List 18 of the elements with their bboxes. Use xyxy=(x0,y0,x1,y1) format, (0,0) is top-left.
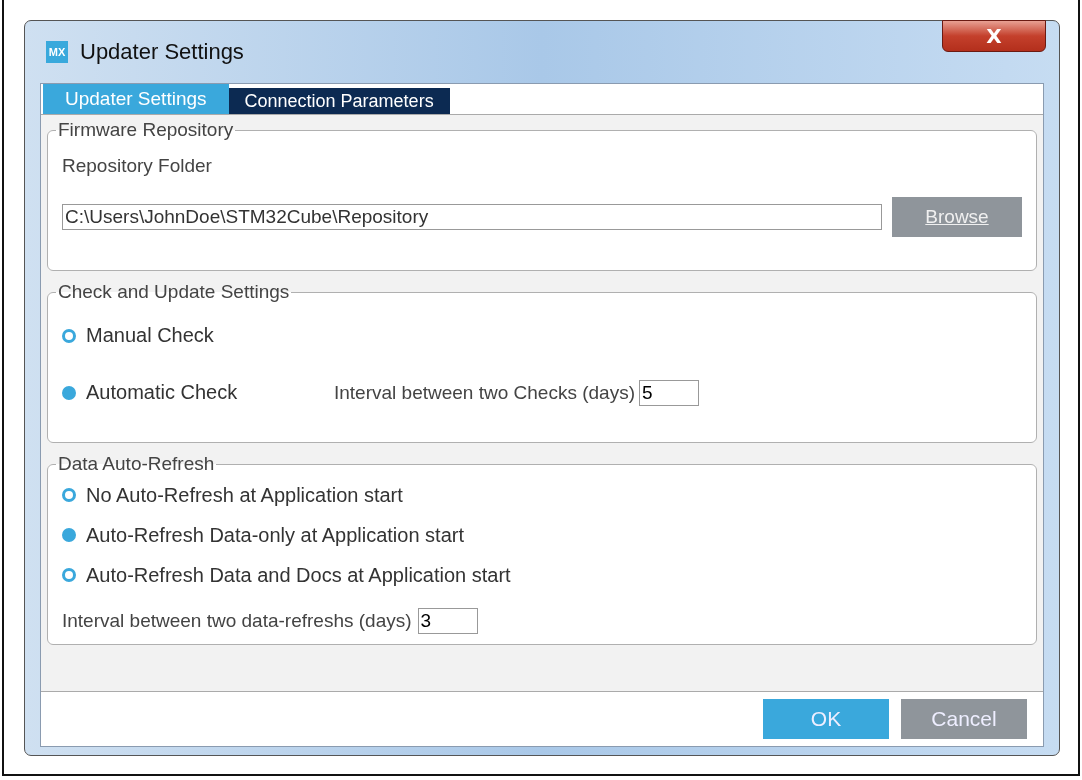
radio-option[interactable]: No Auto-Refresh at Application start xyxy=(62,483,403,507)
group-title: Firmware Repository xyxy=(57,119,235,141)
group-title: Check and Update Settings xyxy=(57,281,291,303)
interval-label: Interval between two Checks (days) xyxy=(334,381,635,404)
field-label: Repository Folder xyxy=(62,155,213,177)
window-title: Updater Settings xyxy=(80,39,244,65)
tab[interactable]: Connection Parameters xyxy=(228,88,450,114)
close-button[interactable]: X xyxy=(942,20,1046,52)
interval-field[interactable]: 3 xyxy=(417,608,478,634)
radio-option[interactable]: Automatic Check xyxy=(62,381,334,404)
group-title: Data Auto-Refresh xyxy=(57,453,216,475)
repository-path-field[interactable]: C:\Users\JohnDoe\STM32Cube\Repository xyxy=(62,204,882,230)
app-logo-icon: MX xyxy=(46,41,68,63)
radio-option[interactable]: Manual Check xyxy=(62,324,334,347)
interval-label: Interval between two data-refreshs (days) xyxy=(62,610,412,632)
radio-option[interactable]: Auto-Refresh Data-only at Application start xyxy=(62,523,464,547)
radio-option[interactable]: Auto-Refresh Data and Docs at Application start xyxy=(62,563,511,587)
interval-field[interactable]: 5 xyxy=(638,379,699,406)
